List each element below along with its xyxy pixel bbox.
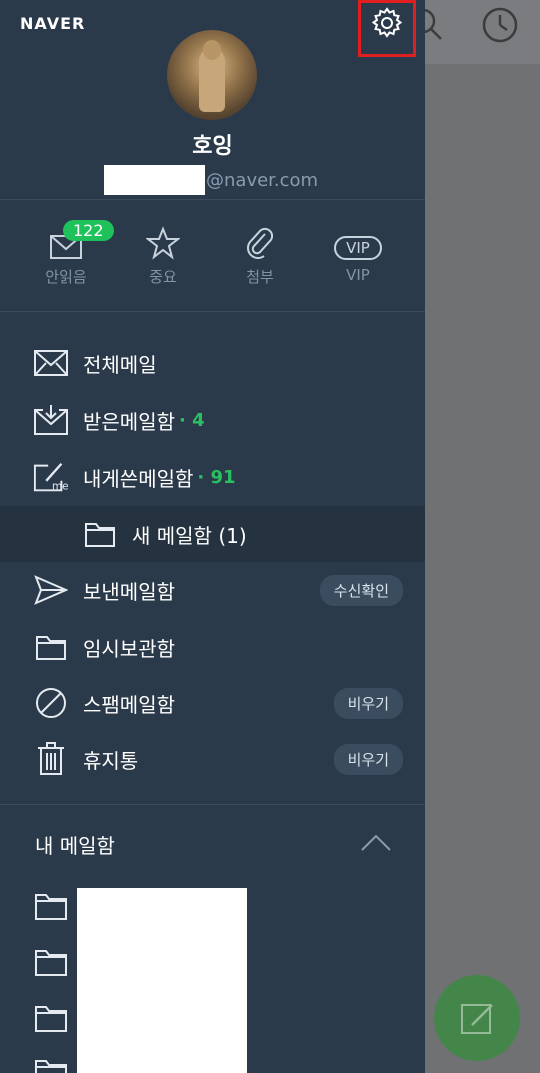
vip-icon: VIP <box>334 236 382 260</box>
empty-trash-button[interactable]: 비우기 <box>333 743 403 775</box>
menu-sent[interactable]: 보낸메일함 수신확인 <box>0 562 425 618</box>
folder-icon <box>85 523 115 547</box>
folder-names-mask <box>77 888 247 1073</box>
gear-icon[interactable] <box>370 6 404 40</box>
quick-unread[interactable]: 122 안읽음 <box>31 220 114 287</box>
svg-text:me: me <box>52 480 69 492</box>
my-mailbox-title: 내 메일함 <box>35 834 115 858</box>
compose-button[interactable] <box>434 975 520 1061</box>
quick-label: VIP <box>346 266 370 284</box>
folder-icon[interactable] <box>34 891 68 921</box>
unread-badge: 122 <box>63 220 114 241</box>
clock-icon[interactable] <box>481 6 519 44</box>
all-mail-icon <box>34 350 68 376</box>
menu-spam[interactable]: 스팸메일함 비우기 <box>0 675 425 731</box>
menu-inbox[interactable]: 받은메일함 · 4 <box>0 392 425 448</box>
menu-label: 보낸메일함 <box>83 579 175 604</box>
quick-important[interactable]: 중요 <box>128 224 198 287</box>
menu-self-mail[interactable]: me 내게쓴메일함 · 91 <box>0 449 425 505</box>
quick-label: 안읽음 <box>45 268 87 286</box>
inbox-icon <box>34 405 68 435</box>
sent-icon <box>34 575 68 605</box>
email-domain: @naver.com <box>206 169 319 191</box>
naver-logo: NAVER <box>20 14 86 33</box>
quick-vip[interactable]: VIP VIP <box>323 224 393 284</box>
empty-spam-button[interactable]: 비우기 <box>333 687 403 719</box>
menu-label: 임시보관함 <box>83 636 175 661</box>
quick-label: 중요 <box>149 268 177 286</box>
chevron-up-icon[interactable] <box>360 832 392 852</box>
compose-icon <box>461 1004 493 1034</box>
menu-drafts[interactable]: 임시보관함 <box>0 619 425 675</box>
folder-icon <box>36 636 66 660</box>
divider <box>0 311 425 312</box>
spam-icon <box>36 688 66 718</box>
menu-trash[interactable]: 휴지통 비우기 <box>0 731 425 787</box>
folder-icon[interactable] <box>34 947 68 977</box>
menu-label: 받은메일함 <box>83 409 175 434</box>
quick-attachment[interactable]: 첨부 <box>225 224 295 287</box>
trash-icon <box>38 742 64 775</box>
menu-label: 전체메일 <box>83 352 157 377</box>
star-icon <box>146 226 180 260</box>
quick-label: 첨부 <box>246 268 274 286</box>
self-mail-count: · 91 <box>197 466 236 488</box>
read-receipt-button[interactable]: 수신확인 <box>319 574 403 606</box>
self-mail-icon: me <box>33 462 69 492</box>
paperclip-icon <box>247 227 274 259</box>
menu-label: 내게쓴메일함 <box>83 466 194 491</box>
divider <box>0 804 425 805</box>
menu-all-mail[interactable]: 전체메일 <box>0 335 425 391</box>
folder-icon[interactable] <box>34 1057 68 1073</box>
inbox-count: · 4 <box>179 409 205 431</box>
navigation-drawer: NAVER 호잉 @naver.com 122 안읽음 중요 첨부 VIP VI… <box>0 0 425 1073</box>
divider <box>0 199 425 200</box>
menu-label: 새 메일함 (1) <box>132 523 247 548</box>
user-name: 호잉 <box>192 134 233 159</box>
folder-icon[interactable] <box>34 1003 68 1033</box>
menu-label: 휴지통 <box>83 748 139 773</box>
avatar[interactable] <box>167 30 257 120</box>
user-email: @naver.com <box>104 165 318 195</box>
email-mask <box>104 165 205 195</box>
menu-new-folder[interactable]: 새 메일함 (1) <box>0 506 425 562</box>
menu-label: 스팸메일함 <box>83 692 175 717</box>
